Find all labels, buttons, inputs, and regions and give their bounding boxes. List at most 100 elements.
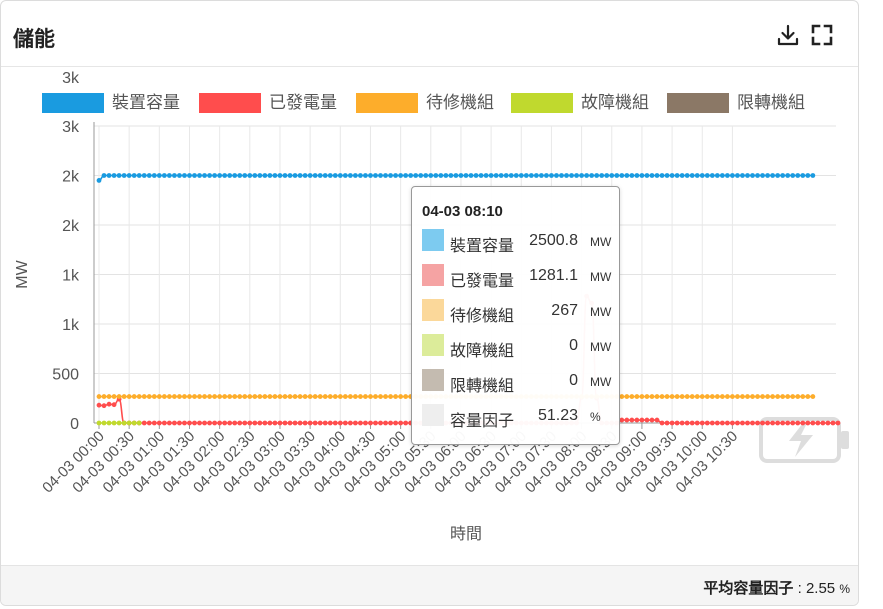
data-point: [760, 173, 765, 178]
data-point: [317, 173, 323, 178]
fullscreen-icon[interactable]: [810, 23, 834, 47]
tooltip-value: 0: [569, 337, 578, 354]
data-point: [533, 173, 539, 178]
data-point: [559, 173, 564, 178]
data-point: [317, 394, 323, 399]
data-point: [388, 173, 393, 178]
data-point: [714, 420, 720, 426]
legend-label[interactable]: 故障機組: [581, 93, 649, 112]
data-point: [267, 173, 273, 178]
data-point: [187, 394, 192, 399]
data-point: [730, 394, 735, 399]
legend-label[interactable]: 限轉機組: [737, 93, 805, 112]
data-point: [750, 394, 755, 399]
data-point: [217, 394, 223, 399]
chart-legend[interactable]: 裝置容量 已發電量 待修機組 故障機組 限轉機組: [42, 93, 805, 113]
data-point: [307, 173, 313, 178]
data-point: [488, 173, 494, 178]
data-point: [724, 394, 730, 399]
storage-card: 儲能 裝置容量 已發電量 待修機組 故障機組 限轉機組 0 500 1k 1k 2k 2k 3k 3k…: [0, 0, 859, 606]
data-point: [297, 420, 303, 426]
data-point: [327, 420, 333, 426]
data-point: [332, 173, 338, 178]
data-point: [322, 173, 328, 178]
data-point: [131, 173, 137, 178]
data-point: [136, 394, 142, 399]
data-point: [694, 173, 700, 178]
data-point: [111, 420, 117, 426]
data-point: [116, 420, 122, 426]
data-point: [760, 394, 765, 399]
data-point: [383, 173, 388, 178]
data-point: [755, 173, 760, 178]
data-point: [368, 394, 373, 399]
data-point: [805, 173, 811, 178]
data-point: [785, 173, 791, 178]
legend-swatch[interactable]: [199, 93, 261, 113]
data-point: [825, 420, 831, 426]
data-point: [131, 394, 137, 399]
download-icon[interactable]: [776, 23, 800, 47]
data-point: [312, 394, 318, 399]
card-footer: 平均容量因子 : 2.55 %: [1, 565, 858, 605]
data-point: [714, 394, 720, 399]
data-point: [740, 420, 745, 426]
data-point: [358, 173, 363, 178]
data-point: [795, 173, 801, 178]
data-point: [689, 420, 695, 426]
data-point: [257, 173, 263, 178]
data-point: [131, 420, 137, 426]
data-point: [202, 420, 207, 426]
legend-label[interactable]: 裝置容量: [112, 93, 180, 112]
data-point: [473, 173, 479, 178]
data-point: [498, 173, 504, 178]
data-point: [679, 394, 685, 399]
data-point: [735, 173, 740, 178]
data-point: [237, 420, 243, 426]
data-point: [257, 394, 263, 399]
data-point: [317, 420, 323, 426]
data-point: [227, 394, 233, 399]
data-point: [574, 173, 579, 178]
data-point: [202, 394, 207, 399]
data-point: [373, 173, 378, 178]
data-point: [654, 173, 660, 178]
data-point: [232, 173, 238, 178]
data-point: [247, 420, 253, 426]
data-point: [483, 173, 489, 178]
tooltip-swatch: [422, 229, 444, 251]
legend-label[interactable]: 待修機組: [426, 93, 494, 112]
legend-swatch[interactable]: [511, 93, 573, 113]
data-point: [709, 394, 715, 399]
data-point: [549, 173, 554, 178]
data-point: [704, 173, 710, 178]
data-point: [151, 420, 157, 426]
data-point: [724, 420, 730, 426]
data-point: [775, 173, 781, 178]
data-point: [262, 173, 268, 178]
data-point: [428, 173, 434, 178]
tooltip-value: 267: [551, 302, 578, 319]
legend-swatch[interactable]: [667, 93, 729, 113]
data-point: [674, 394, 680, 399]
data-point: [141, 394, 147, 399]
data-point: [669, 173, 675, 178]
data-point: [619, 173, 625, 178]
data-point: [302, 420, 308, 426]
data-point: [639, 394, 645, 399]
data-point: [770, 394, 776, 399]
tooltip-unit: MW: [590, 270, 612, 284]
data-point: [282, 420, 288, 426]
data-point: [252, 173, 258, 178]
data-point: [604, 173, 610, 178]
data-point: [408, 173, 414, 178]
data-point: [106, 394, 112, 399]
tooltip-value: 51.23: [537, 407, 578, 424]
data-point: [735, 420, 740, 426]
data-point: [101, 173, 107, 178]
data-point: [106, 401, 112, 407]
legend-swatch[interactable]: [42, 93, 104, 113]
legend-swatch[interactable]: [356, 93, 418, 113]
data-point: [735, 394, 740, 399]
legend-label[interactable]: 已發電量: [269, 93, 337, 112]
